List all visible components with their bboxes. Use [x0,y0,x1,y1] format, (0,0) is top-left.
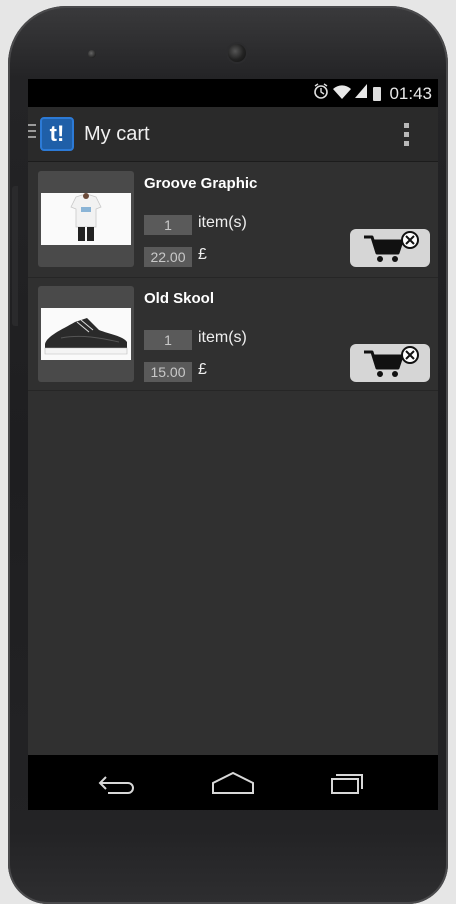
sneaker-image [44,318,128,355]
product-thumbnail[interactable] [38,286,134,382]
price-value: 22.00 [144,247,192,267]
battery-icon [373,86,382,101]
proximity-sensor [88,50,96,58]
recent-apps-button[interactable] [318,767,378,799]
action-bar: t! My cart [28,107,438,162]
signal-icon [355,84,368,103]
item-divider [28,277,438,278]
page-title: My cart [84,123,150,145]
quantity-field[interactable]: 1 [144,330,192,350]
home-button[interactable] [203,767,263,799]
cart-remove-icon [364,231,419,262]
product-name: Old Skool [144,290,215,307]
side-button [12,186,18,326]
cart-item: Groove Graphic 1 item(s) 22.00 £ [28,167,438,277]
recent-apps-icon [331,774,363,794]
overflow-menu-icon[interactable] [404,123,410,147]
back-button[interactable] [88,767,148,799]
price-value: 15.00 [144,362,192,382]
alarm-icon [313,83,329,104]
product-thumbnail[interactable] [38,171,134,267]
product-name: Groove Graphic [144,175,258,192]
remove-from-cart-button[interactable] [350,229,430,267]
status-time: 01:43 [389,83,432,103]
home-icon [212,771,254,794]
quantity-field[interactable]: 1 [144,215,192,235]
wifi-icon [333,85,352,102]
cart-remove-icon [364,346,419,377]
currency-symbol: £ [198,246,207,263]
currency-symbol: £ [198,361,207,378]
back-icon [98,776,134,794]
remove-from-cart-button[interactable] [350,344,430,382]
cart-item: Old Skool 1 item(s) 15.00 £ [28,282,438,391]
front-camera-icon [228,44,246,62]
screen: 01:43 t! My cart Groove Graphic 1 item(s… [28,79,438,810]
navigation-bar [28,755,438,810]
quantity-label: item(s) [198,214,247,231]
status-bar: 01:43 [28,79,438,107]
quantity-label: item(s) [198,329,247,346]
tshirt-image [70,193,102,241]
app-logo[interactable]: t! [40,117,74,151]
drawer-icon[interactable] [28,124,36,142]
